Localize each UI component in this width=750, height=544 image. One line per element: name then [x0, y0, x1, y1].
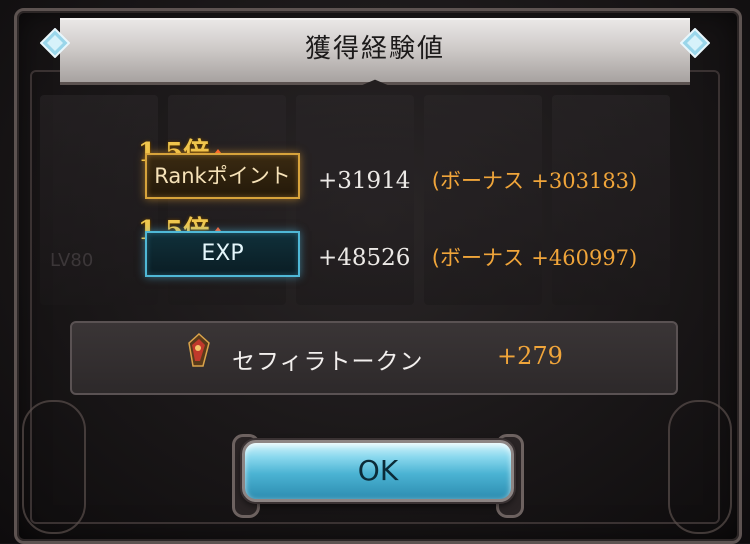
exp-value: +48526 — [318, 245, 411, 271]
diamond-gem-icon — [40, 28, 70, 58]
rank-bonus-label: (ボーナス — [431, 169, 524, 193]
diamond-gem-icon — [680, 28, 710, 58]
result-screen: LV80 獲得経験値 1.5倍 Rankポイント +31914 (ボーナス +3… — [0, 0, 750, 544]
rank-value: +31914 — [318, 168, 411, 194]
item-reward-panel: セフィラトークン +279 — [70, 321, 678, 395]
exp-bonus-label: (ボーナス — [431, 246, 524, 270]
rank-bonus-value: +303183) — [531, 169, 638, 193]
rank-points-badge: Rankポイント — [145, 153, 300, 199]
ok-button-frame: OK — [232, 434, 524, 518]
frame-ornament — [22, 400, 86, 534]
item-name: セフィラトークン — [232, 349, 424, 375]
sephira-token-icon — [188, 333, 210, 367]
dialog-title: 獲得経験値 — [304, 34, 445, 64]
frame-ornament — [668, 400, 732, 534]
exp-bonus-value: +460997) — [531, 246, 638, 270]
ok-button[interactable]: OK — [242, 440, 514, 502]
rank-reward-row: +31914 (ボーナス +303183) — [318, 165, 637, 195]
exp-badge: EXP — [145, 231, 300, 277]
item-amount: +279 — [497, 342, 563, 370]
exp-reward-row: +48526 (ボーナス +460997) — [318, 242, 637, 272]
